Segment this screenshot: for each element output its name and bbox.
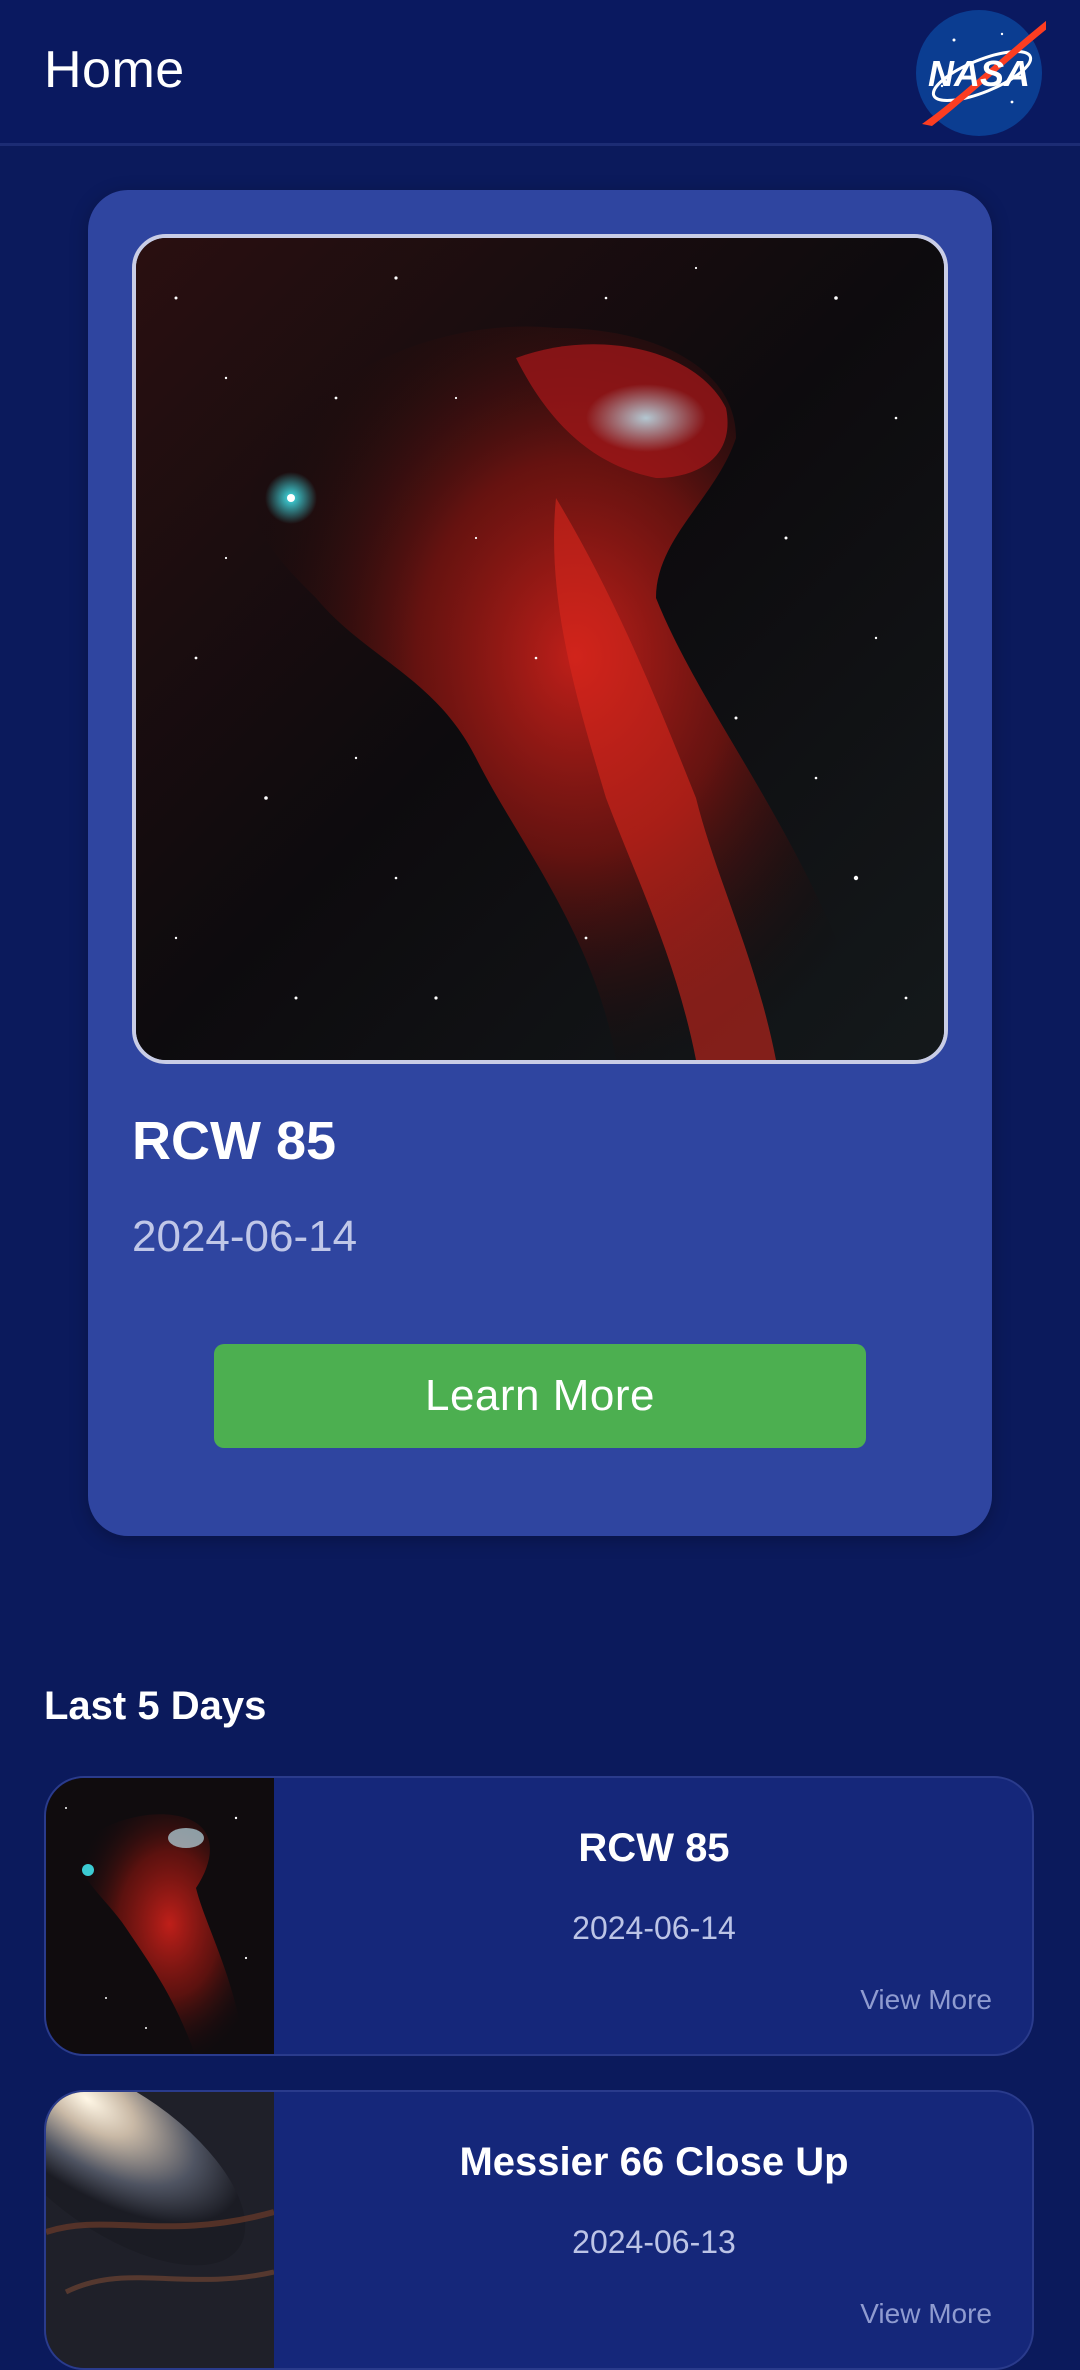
featured-card: RCW 85 2024-06-14 Learn More	[88, 190, 992, 1536]
view-more-link[interactable]: View More	[860, 1984, 992, 2016]
section-title-last-5-days: Last 5 Days	[44, 1684, 267, 1728]
list-item[interactable]: Messier 66 Close Up 2024-06-13 View More	[44, 2090, 1034, 2370]
learn-more-button[interactable]: Learn More	[214, 1344, 866, 1448]
nasa-logo-text: NASA	[928, 53, 1030, 94]
featured-date: 2024-06-14	[132, 1212, 358, 1261]
list-item[interactable]: RCW 85 2024-06-14 View More	[44, 1776, 1034, 2056]
featured-title: RCW 85	[132, 1111, 337, 1171]
nebula-thumbnail	[46, 1778, 274, 2054]
list-item-date: 2024-06-13	[572, 2224, 736, 2260]
featured-image[interactable]	[132, 234, 948, 1064]
galaxy-thumbnail	[46, 2092, 274, 2368]
list-item-title: RCW 85	[578, 1826, 730, 1870]
list-item-date: 2024-06-14	[572, 1910, 736, 1946]
nasa-logo-icon[interactable]: NASA	[912, 6, 1052, 140]
list-item-title: Messier 66 Close Up	[459, 2140, 849, 2184]
page-title: Home	[44, 41, 185, 99]
view-more-link[interactable]: View More	[860, 2298, 992, 2330]
app-bar: Home NASA	[0, 0, 1080, 146]
